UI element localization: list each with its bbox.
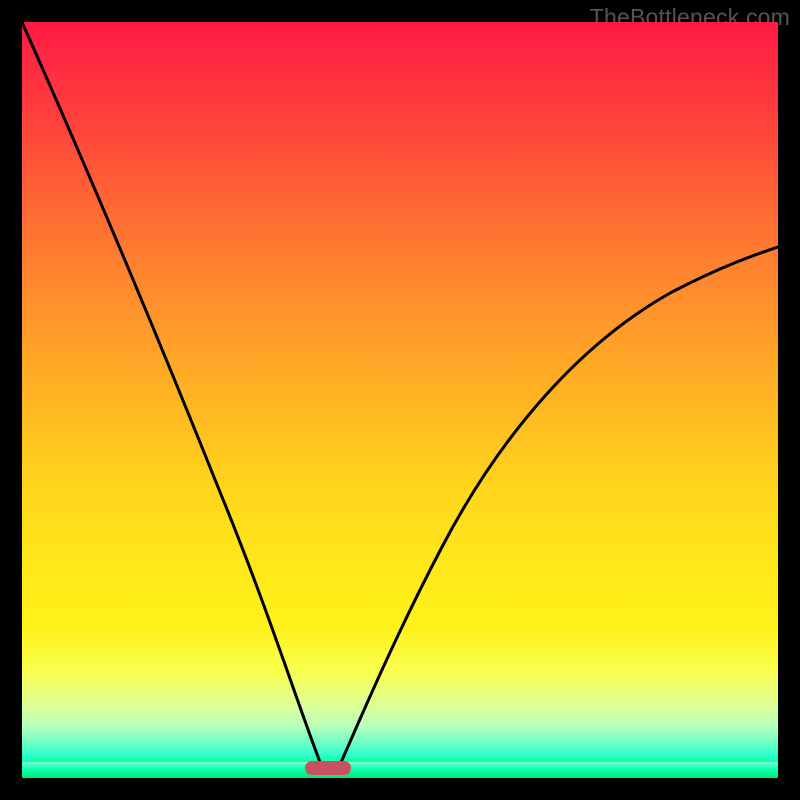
plot-area — [22, 22, 778, 778]
bottleneck-curve — [22, 22, 778, 769]
min-marker — [305, 761, 351, 775]
chart-frame: TheBottleneck.com — [0, 0, 800, 800]
curve-svg — [22, 22, 778, 778]
